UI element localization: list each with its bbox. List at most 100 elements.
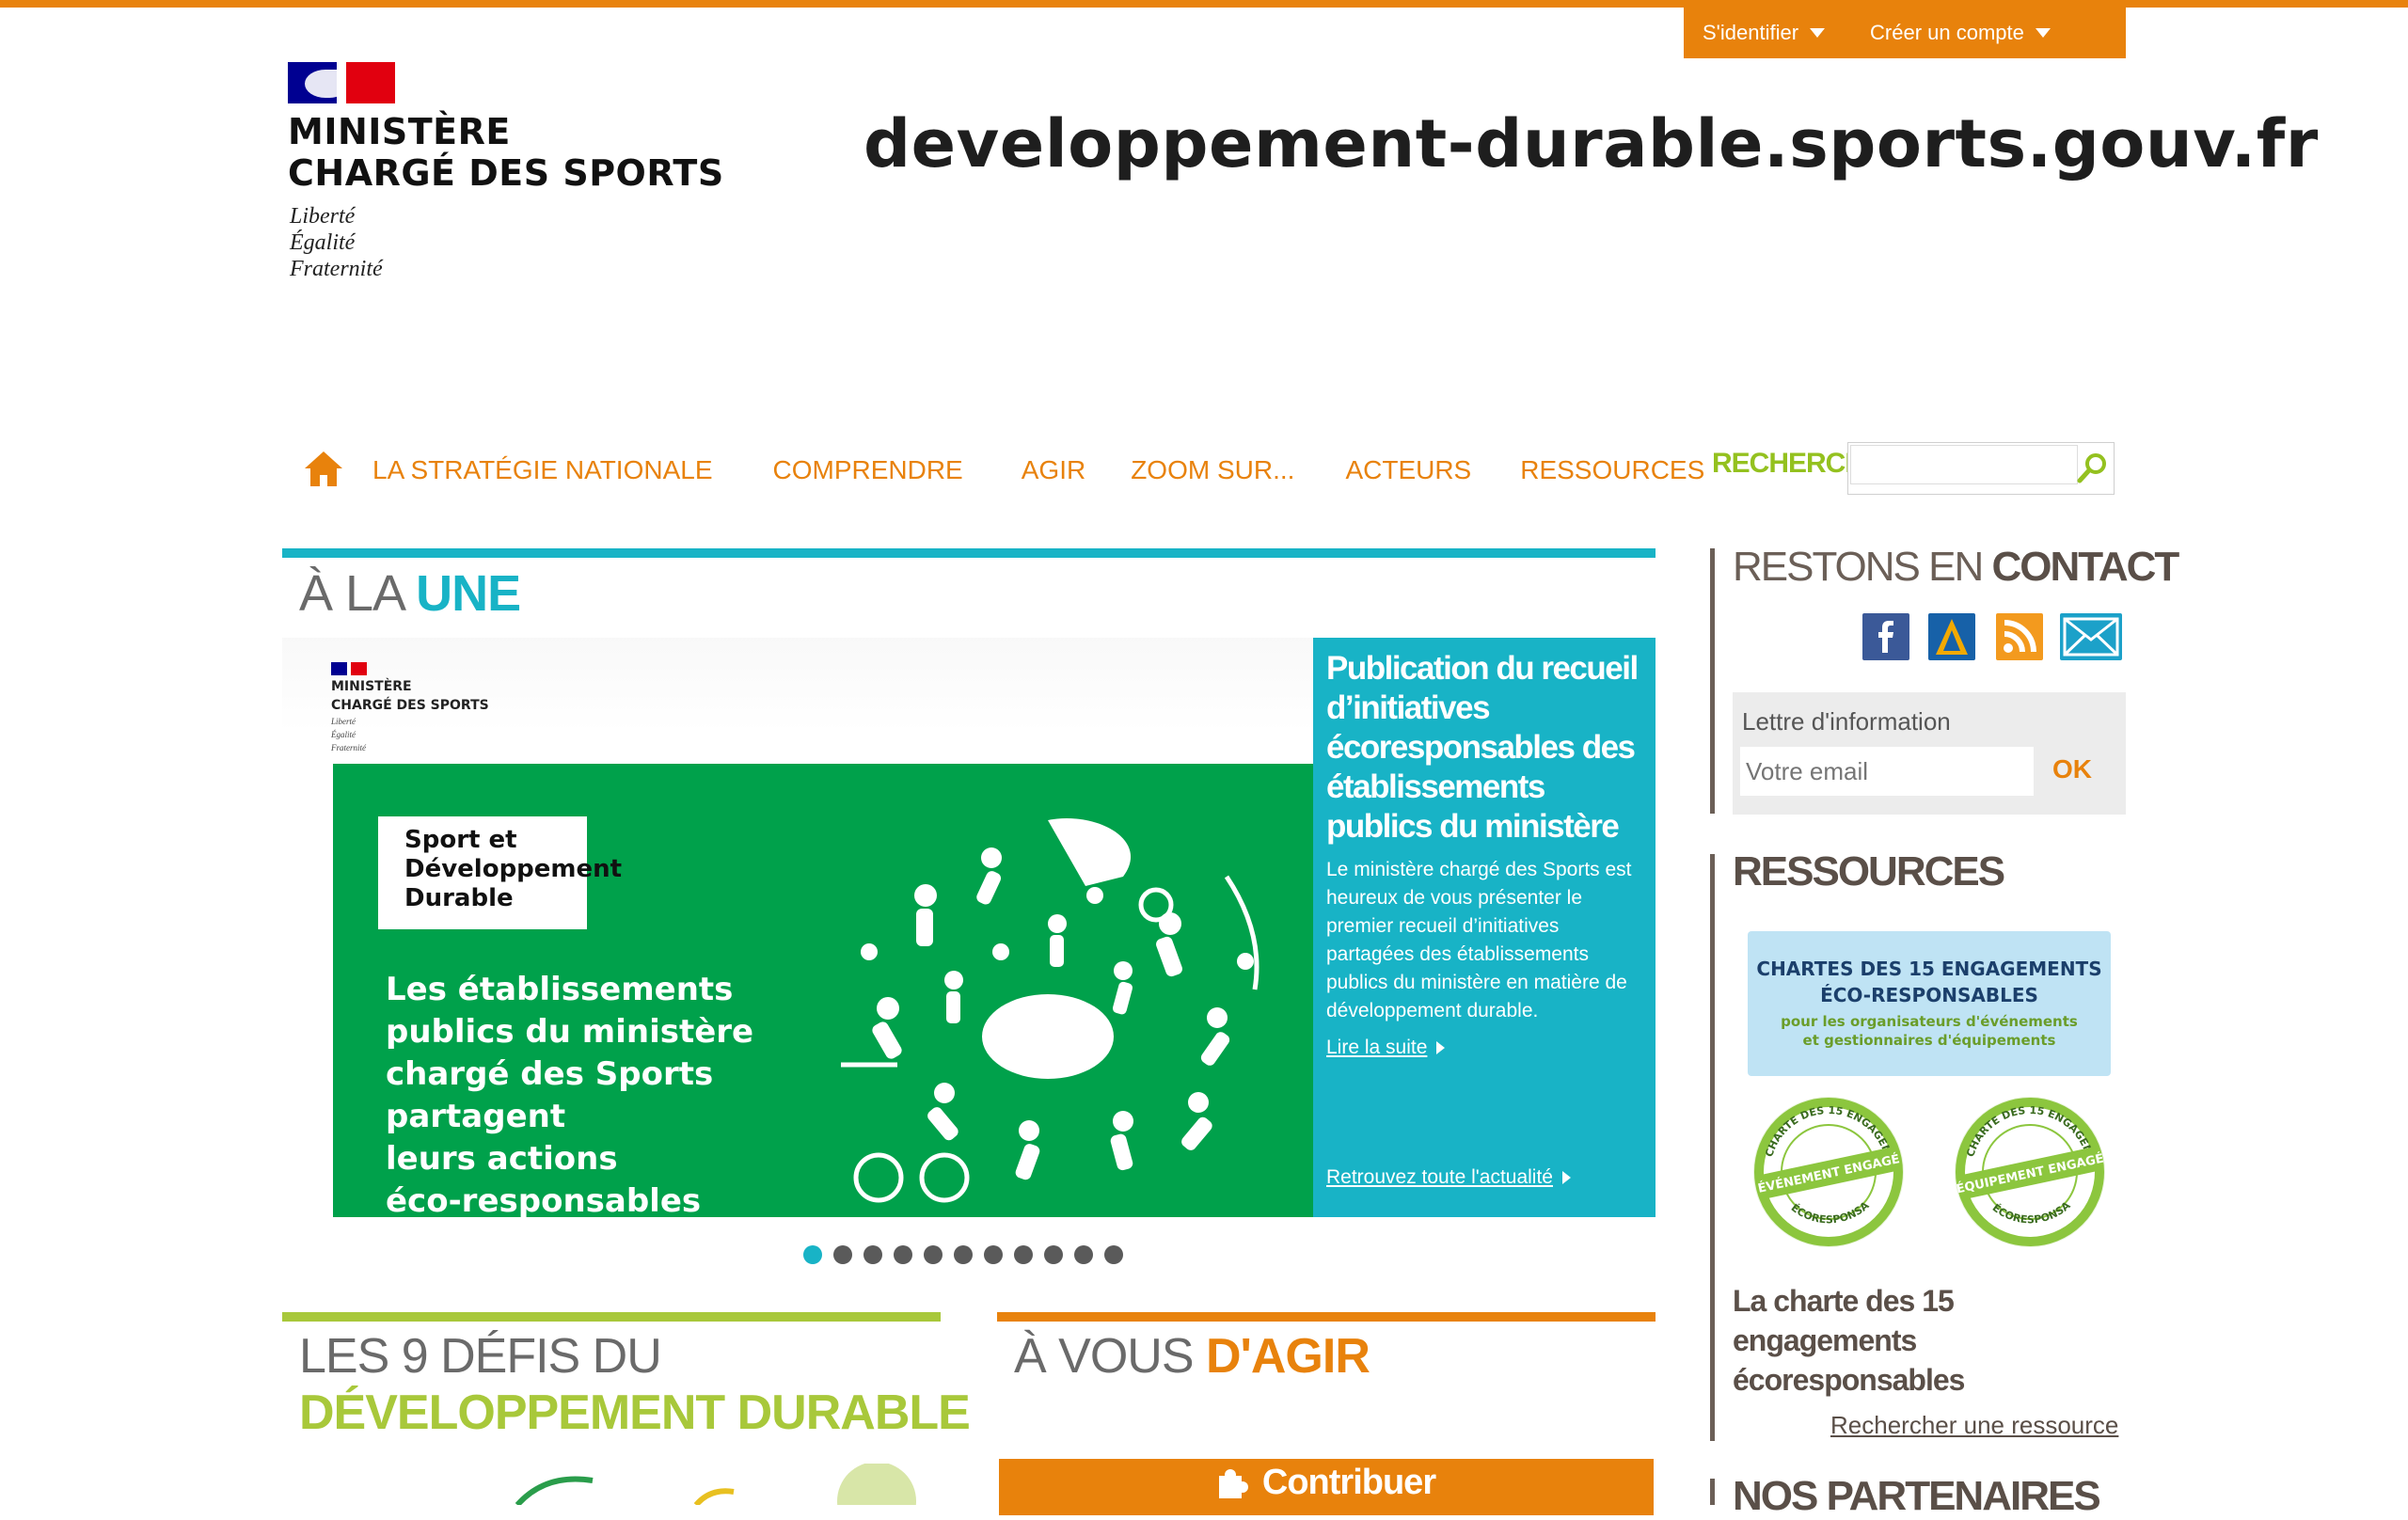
login-label: S'identifier [1703, 21, 1799, 44]
slide-description: Le ministère chargé des Sports est heure… [1326, 859, 1632, 1021]
all-news-label: Retrouvez toute l'actualité [1326, 1166, 1553, 1188]
charte-banner-line-1: CHARTES DES 15 ENGAGEMENTS [1756, 958, 2102, 980]
slide-logo-line-2: CHARGÉ DES SPORTS [331, 698, 489, 713]
carousel-dot[interactable] [1104, 1245, 1123, 1264]
slide-logo-motto-2: Égalité [331, 730, 356, 739]
nav-agir[interactable]: AGIR [1022, 455, 1085, 485]
contact-title-light: RESTONS EN [1733, 544, 1992, 590]
carousel-dots [803, 1245, 1134, 1264]
une-title-light: À LA [299, 565, 417, 622]
carousel-dot[interactable] [863, 1245, 882, 1264]
motto-egalite: Égalité [290, 230, 356, 255]
register-menu[interactable]: Créer un compte [1870, 21, 2051, 45]
defis-illustration [515, 1464, 916, 1505]
read-more-label: Lire la suite [1326, 1037, 1428, 1058]
carousel-dot[interactable] [984, 1245, 1003, 1264]
arrow-right-icon [1561, 1171, 1571, 1184]
carousel-dot[interactable] [1014, 1245, 1033, 1264]
charte-banner-line-4: et gestionnaires d'équipements [1802, 1032, 2056, 1049]
home-icon[interactable] [303, 451, 344, 489]
email-icon[interactable] [2060, 613, 2122, 660]
une-title-bold: UNE [416, 565, 521, 622]
puzzle-icon [1218, 1469, 1248, 1498]
rss-icon[interactable] [1996, 613, 2043, 660]
nav-acteurs[interactable]: ACTEURS [1345, 455, 1471, 485]
carousel-dot[interactable] [954, 1245, 973, 1264]
newsletter-box: Lettre d'information OK [1733, 692, 2126, 815]
ministry-logo[interactable]: MINISTÈRE CHARGÉ DES SPORTS Liberté Égal… [288, 62, 730, 297]
headline-line-1: Les établissements [386, 971, 734, 1008]
defis-bar [282, 1312, 941, 1322]
charte-banner: CHARTES DES 15 ENGAGEMENTS ÉCO-RESPONSAB… [1748, 931, 2111, 1076]
defis-title: LES 9 DÉFIS DU DÉVELOPPEMENT DURABLE [299, 1328, 971, 1441]
slide-logo-line-1: MINISTÈRE [331, 679, 412, 694]
carousel-dot[interactable] [1074, 1245, 1093, 1264]
search-input[interactable] [1850, 445, 2078, 484]
facebook-icon[interactable] [1862, 613, 1909, 660]
nav-comprendre[interactable]: COMPRENDRE [773, 455, 963, 485]
headline-line-4: partagent [386, 1098, 566, 1135]
nav-ressources[interactable]: RESSOURCES [1520, 455, 1704, 485]
resource-image[interactable]: CHARTES DES 15 ENGAGEMENTS ÉCO-RESPONSAB… [1733, 926, 2126, 1251]
charte-banner-line-2: ÉCO-RESPONSABLES [1820, 984, 2038, 1006]
sdd-line-1: Sport et [404, 826, 517, 854]
slide-logo-motto-3: Fraternité [331, 743, 366, 752]
arrow-right-icon [1436, 1041, 1446, 1054]
sdd-line-2: Développement [404, 855, 623, 883]
partners-title: NOS PARTENAIRES [1733, 1473, 2101, 1519]
partners-side-border [1710, 1479, 1715, 1505]
newsletter-email-input[interactable] [1740, 747, 2034, 796]
headline-line-5: leurs actions [386, 1140, 618, 1178]
contact-title-bold: CONTACT [1991, 544, 2179, 590]
caret-down-icon [2035, 28, 2051, 38]
defis-title-bold: DÉVELOPPEMENT DURABLE [299, 1385, 971, 1440]
all-news-link[interactable]: Retrouvez toute l'actualité [1326, 1166, 1571, 1189]
equipment-engaged-badge: CHARTE DES 15 ENGAGEMENTS ÉQUIPEMENT ENG… [1951, 1093, 2105, 1247]
login-menu[interactable]: S'identifier [1703, 21, 1826, 45]
sdd-line-3: Durable [404, 884, 514, 912]
slide-title[interactable]: Publication du recueil d’initiatives éco… [1326, 649, 1652, 847]
marianne-flag-icon [288, 62, 395, 103]
agir-title-bold: D'AGIR [1205, 1329, 1370, 1384]
contribute-button[interactable]: Contribuer [999, 1459, 1654, 1515]
top-accent-bar [0, 0, 2408, 8]
une-bar [282, 548, 1656, 558]
resources-title: RESSOURCES [1733, 848, 2005, 895]
contact-title: RESTONS EN CONTACT [1733, 544, 2179, 591]
search-resource-link[interactable]: Rechercher une ressource [1830, 1411, 2118, 1440]
newsletter-ok-button[interactable]: OK [2052, 754, 2092, 784]
contact-side-border [1710, 548, 1715, 814]
slide-ministry-logo: MINISTÈRE CHARGÉ DES SPORTS Liberté Égal… [331, 662, 489, 752]
contribute-label: Contribuer [1261, 1463, 1436, 1502]
logo-line-2: CHARGÉ DES SPORTS [288, 152, 724, 194]
mini-flag-icon [331, 662, 367, 675]
site-url-title: developpement-durable.sports.gouv.fr [863, 105, 2319, 182]
headline-line-6: éco-responsables [386, 1182, 702, 1217]
event-engaged-badge: CHARTE DES 15 ENGAGEMENTS ÉVÉNEMENT ENGA… [1750, 1093, 1904, 1247]
carousel-dot[interactable] [803, 1245, 822, 1264]
slide-image[interactable]: MINISTÈRE CHARGÉ DES SPORTS Liberté Égal… [282, 638, 1313, 1217]
logo-line-1: MINISTÈRE [288, 111, 511, 152]
motto-fraternite: Fraternité [290, 257, 383, 281]
nav-strategie[interactable]: LA STRATÉGIE NATIONALE [372, 455, 713, 485]
slide-green-panel: Sport et Développement Durable Les établ… [333, 764, 1313, 1217]
sdd-label-box: Sport et Développement Durable [378, 816, 622, 929]
carousel-dot[interactable] [833, 1245, 852, 1264]
carousel-dot[interactable] [894, 1245, 912, 1264]
headline-line-3: chargé des Sports [386, 1055, 714, 1093]
agir-bar [997, 1312, 1656, 1322]
headline-line-2: publics du ministère [386, 1013, 754, 1051]
resource-caption[interactable]: La charte des 15 engagements écoresponsa… [1733, 1281, 2128, 1400]
read-more-link[interactable]: Lire la suite [1326, 1037, 1446, 1059]
motto-liberte: Liberté [290, 204, 356, 229]
carousel-dot[interactable] [1044, 1245, 1063, 1264]
agir-title-light: À VOUS [1014, 1329, 1206, 1384]
carousel-dot[interactable] [924, 1245, 943, 1264]
search-icon[interactable] [2076, 451, 2110, 484]
resources-side-border [1710, 854, 1715, 1441]
nav-zoom[interactable]: ZOOM SUR... [1131, 455, 1294, 485]
dailymotion-icon[interactable] [1928, 613, 1975, 660]
account-bar: S'identifier Créer un compte [1684, 8, 2126, 58]
slide-headline: Les établissements publics du ministère … [386, 969, 753, 1217]
slide-caption-panel: Publication du recueil d’initiatives éco… [1313, 638, 1656, 1217]
